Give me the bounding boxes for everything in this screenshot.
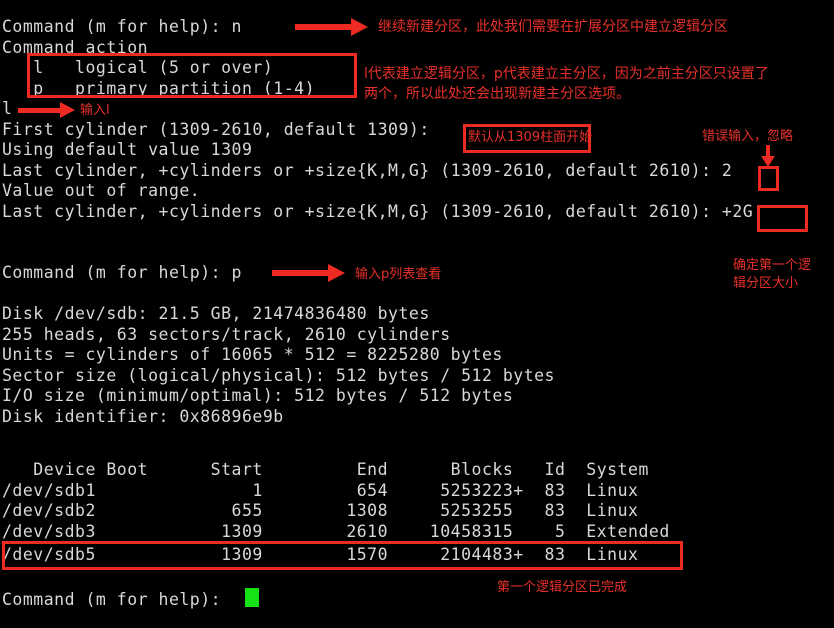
terminal-line-command-action: Command action xyxy=(2,37,149,57)
terminal-line-sector-size: Sector size (logical/physical): 512 byte… xyxy=(2,365,555,385)
terminal-prompt-final: Command (m for help): xyxy=(2,590,222,609)
annotation-first-logical-done: 第一个逻辑分区已完成 xyxy=(497,580,628,595)
terminal-cursor xyxy=(245,588,259,607)
table-row: /dev/sdb3 1309 2610 10458315 5 Extended xyxy=(2,521,670,541)
terminal-line-input-l: l xyxy=(2,99,13,118)
annotation-bad-input: 错误输入，忽略 xyxy=(702,129,794,144)
terminal-line-last-cylinder-2: Last cylinder, +cylinders or +size{K,M,G… xyxy=(2,201,754,221)
terminal-line-command-p: Command (m for help): p xyxy=(2,263,242,282)
table-row: /dev/sdb5 1309 1570 2104483+ 83 Linux xyxy=(2,545,639,564)
terminal-line-io-size: I/O size (minimum/optimal): 512 bytes / … xyxy=(2,386,514,405)
terminal-line-value-out-range: Value out of range. xyxy=(2,181,201,200)
highlight-box-bad-input-2 xyxy=(758,166,779,191)
highlight-box-size-plus-2g xyxy=(757,205,808,232)
terminal-line-first-cylinder: First cylinder (1309-2610, default 1309)… xyxy=(2,119,430,139)
terminal-line-option-logical: l logical (5 or over) xyxy=(2,58,274,77)
terminal-line-command-n: Command (m for help): n xyxy=(2,17,242,36)
annotation-input-p-list: 输入p列表查看 xyxy=(355,267,442,282)
annotation-logical-size-line2: 辑分区大小 xyxy=(733,276,799,291)
annotation-new-partition: 继续新建分区，此处我们需要在扩展分区中建立逻辑分区 xyxy=(378,19,728,35)
annotation-logical-vs-primary-line1: l代表建立逻辑分区，p代表建立主分区，因为之前主分区只设置了 xyxy=(364,66,769,82)
table-row: /dev/sdb1 1 654 5253223+ 83 Linux xyxy=(2,480,639,500)
annotation-logical-size-line1: 确定第一个逻 xyxy=(733,258,812,273)
terminal-line-using-default: Using default value 1309 xyxy=(2,140,253,159)
terminal-line-heads-sectors: 255 heads, 63 sectors/track, 2610 cylind… xyxy=(2,324,451,344)
annotation-logical-vs-primary-line2: 两个，所以此处还会出现新建主分区选项。 xyxy=(364,86,630,102)
annotation-default-cylinder: 默认从1309柱面开始 xyxy=(468,130,593,145)
terminal-line-option-primary: p primary partition (1-4) xyxy=(2,78,316,98)
partition-table-header: Device Boot Start End Blocks Id System xyxy=(2,460,649,479)
terminal-screen: Command (m for help): n Command action l… xyxy=(0,0,834,628)
table-row: /dev/sdb2 655 1308 5253255 83 Linux xyxy=(2,501,639,520)
terminal-line-disk-info: Disk /dev/sdb: 21.5 GB, 21474836480 byte… xyxy=(2,304,430,323)
terminal-line-units: Units = cylinders of 16065 * 512 = 82252… xyxy=(2,345,503,364)
terminal-line-last-cylinder-1: Last cylinder, +cylinders or +size{K,M,G… xyxy=(2,160,733,180)
annotation-input-l: 输入l xyxy=(80,103,110,118)
terminal-line-disk-identifier: Disk identifier: 0x86896e9b xyxy=(2,406,284,426)
